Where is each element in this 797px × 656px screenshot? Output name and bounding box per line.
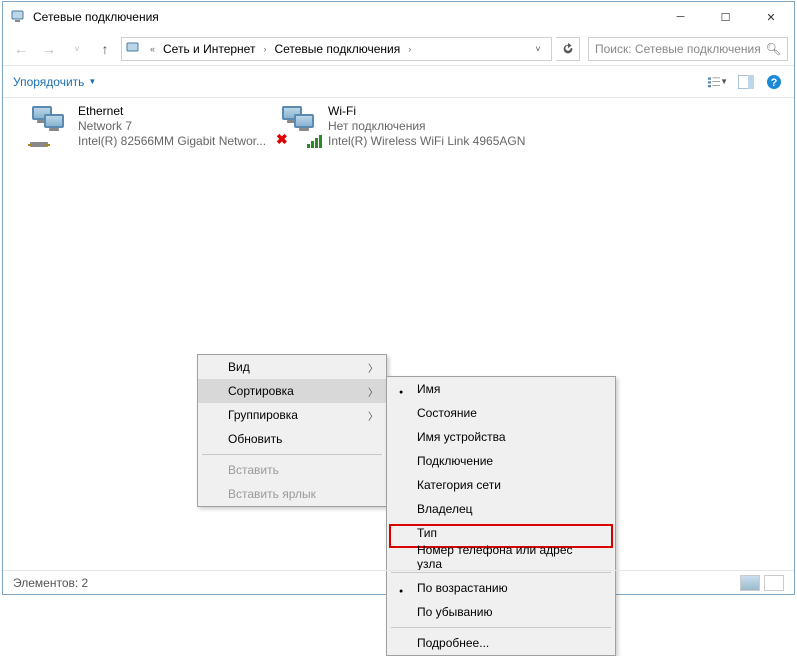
organize-menu[interactable]: Упорядочить ▼	[13, 75, 96, 89]
sort-phone[interactable]: Номер телефона или адрес узла	[387, 545, 615, 569]
submenu-arrow-icon: 〉	[368, 384, 378, 399]
maximize-button[interactable]: ☐	[703, 2, 748, 32]
refresh-button[interactable]	[556, 37, 580, 61]
sort-network-category[interactable]: Категория сети	[387, 473, 615, 497]
history-dropdown[interactable]: ˅	[65, 37, 89, 61]
menu-paste: Вставить	[198, 458, 386, 482]
adapter-name: Wi-Fi	[328, 104, 525, 119]
sort-more[interactable]: Подробнее...	[387, 631, 615, 655]
submenu-arrow-icon: 〉	[368, 360, 378, 375]
svg-text:?: ?	[771, 77, 778, 89]
sort-type[interactable]: Тип	[387, 521, 615, 545]
sort-state[interactable]: Состояние	[387, 401, 615, 425]
signal-bars-icon	[307, 135, 322, 148]
minimize-button[interactable]: ─	[658, 2, 703, 32]
forward-button[interactable]: →	[37, 37, 61, 61]
adapter-status: Network 7	[78, 119, 266, 134]
adapter-device: Intel(R) Wireless WiFi Link 4965AGN	[328, 134, 525, 149]
sort-descending[interactable]: По убыванию	[387, 600, 615, 624]
back-button[interactable]: ←	[9, 37, 33, 61]
view-options-button[interactable]: ▼	[708, 72, 728, 92]
status-bar: Элементов: 2	[3, 570, 794, 594]
titlebar: Сетевые подключения ─ ☐ ✕	[3, 2, 794, 32]
up-button[interactable]: ↑	[93, 37, 117, 61]
chevron-icon[interactable]: ›	[404, 44, 415, 54]
ethernet-icon	[28, 104, 70, 146]
menu-view[interactable]: Вид〉	[198, 355, 386, 379]
chevron-icon[interactable]: ›	[259, 44, 270, 54]
search-placeholder: Поиск: Сетевые подключения	[595, 42, 766, 56]
submenu-arrow-icon: 〉	[368, 408, 378, 423]
close-button[interactable]: ✕	[748, 2, 794, 32]
menu-separator	[202, 454, 382, 455]
menu-separator	[391, 627, 611, 628]
address-bar[interactable]: « Сеть и Интернет › Сетевые подключения …	[121, 37, 552, 61]
adapter-status: Нет подключения	[328, 119, 525, 134]
adapter-device: Intel(R) 82566MM Gigabit Networ...	[78, 134, 266, 149]
menu-refresh[interactable]: Обновить	[198, 427, 386, 451]
adapter-name: Ethernet	[78, 104, 266, 119]
wifi-icon: ✖	[278, 104, 320, 146]
menu-group[interactable]: Группировка〉	[198, 403, 386, 427]
disconnected-icon: ✖	[276, 131, 288, 148]
preview-pane-button[interactable]	[736, 72, 756, 92]
details-view-button[interactable]	[740, 575, 760, 591]
sort-name[interactable]: Имя	[387, 377, 615, 401]
status-text: Элементов: 2	[13, 576, 88, 590]
location-icon	[126, 41, 142, 57]
navigation-bar: ← → ˅ ↑ « Сеть и Интернет › Сетевые подк…	[3, 32, 794, 66]
breadcrumb-l1[interactable]: Сеть и Интернет	[163, 42, 255, 56]
caret-down-icon: ▼	[88, 77, 96, 86]
sort-connection[interactable]: Подключение	[387, 449, 615, 473]
content-area[interactable]: Ethernet Network 7 Intel(R) 82566MM Giga…	[3, 98, 794, 568]
menu-paste-shortcut: Вставить ярлык	[198, 482, 386, 506]
breadcrumb-root[interactable]: «	[146, 44, 159, 54]
window-title: Сетевые подключения	[33, 10, 658, 24]
search-input[interactable]: Поиск: Сетевые подключения 🔍︎	[588, 37, 788, 61]
breadcrumb-l2[interactable]: Сетевые подключения	[274, 42, 400, 56]
address-dropdown[interactable]: ˅	[529, 44, 547, 54]
search-icon: 🔍︎	[766, 42, 781, 56]
adapter-wifi[interactable]: ✖ Wi-Fi Нет подключения Intel(R) Wireles…	[278, 104, 528, 149]
sort-device-name[interactable]: Имя устройства	[387, 425, 615, 449]
help-button[interactable]: ?	[764, 72, 784, 92]
sort-submenu: Имя Состояние Имя устройства Подключение…	[386, 376, 616, 656]
context-menu: Вид〉 Сортировка〉 Группировка〉 Обновить В…	[197, 354, 387, 507]
network-connections-window: Сетевые подключения ─ ☐ ✕ ← → ˅ ↑ « Сеть…	[2, 1, 795, 595]
app-icon	[11, 9, 27, 25]
adapter-ethernet[interactable]: Ethernet Network 7 Intel(R) 82566MM Giga…	[28, 104, 278, 149]
sort-owner[interactable]: Владелец	[387, 497, 615, 521]
icons-view-button[interactable]	[764, 575, 784, 591]
menu-sort[interactable]: Сортировка〉	[198, 379, 386, 403]
command-bar: Упорядочить ▼ ▼ ?	[3, 66, 794, 98]
